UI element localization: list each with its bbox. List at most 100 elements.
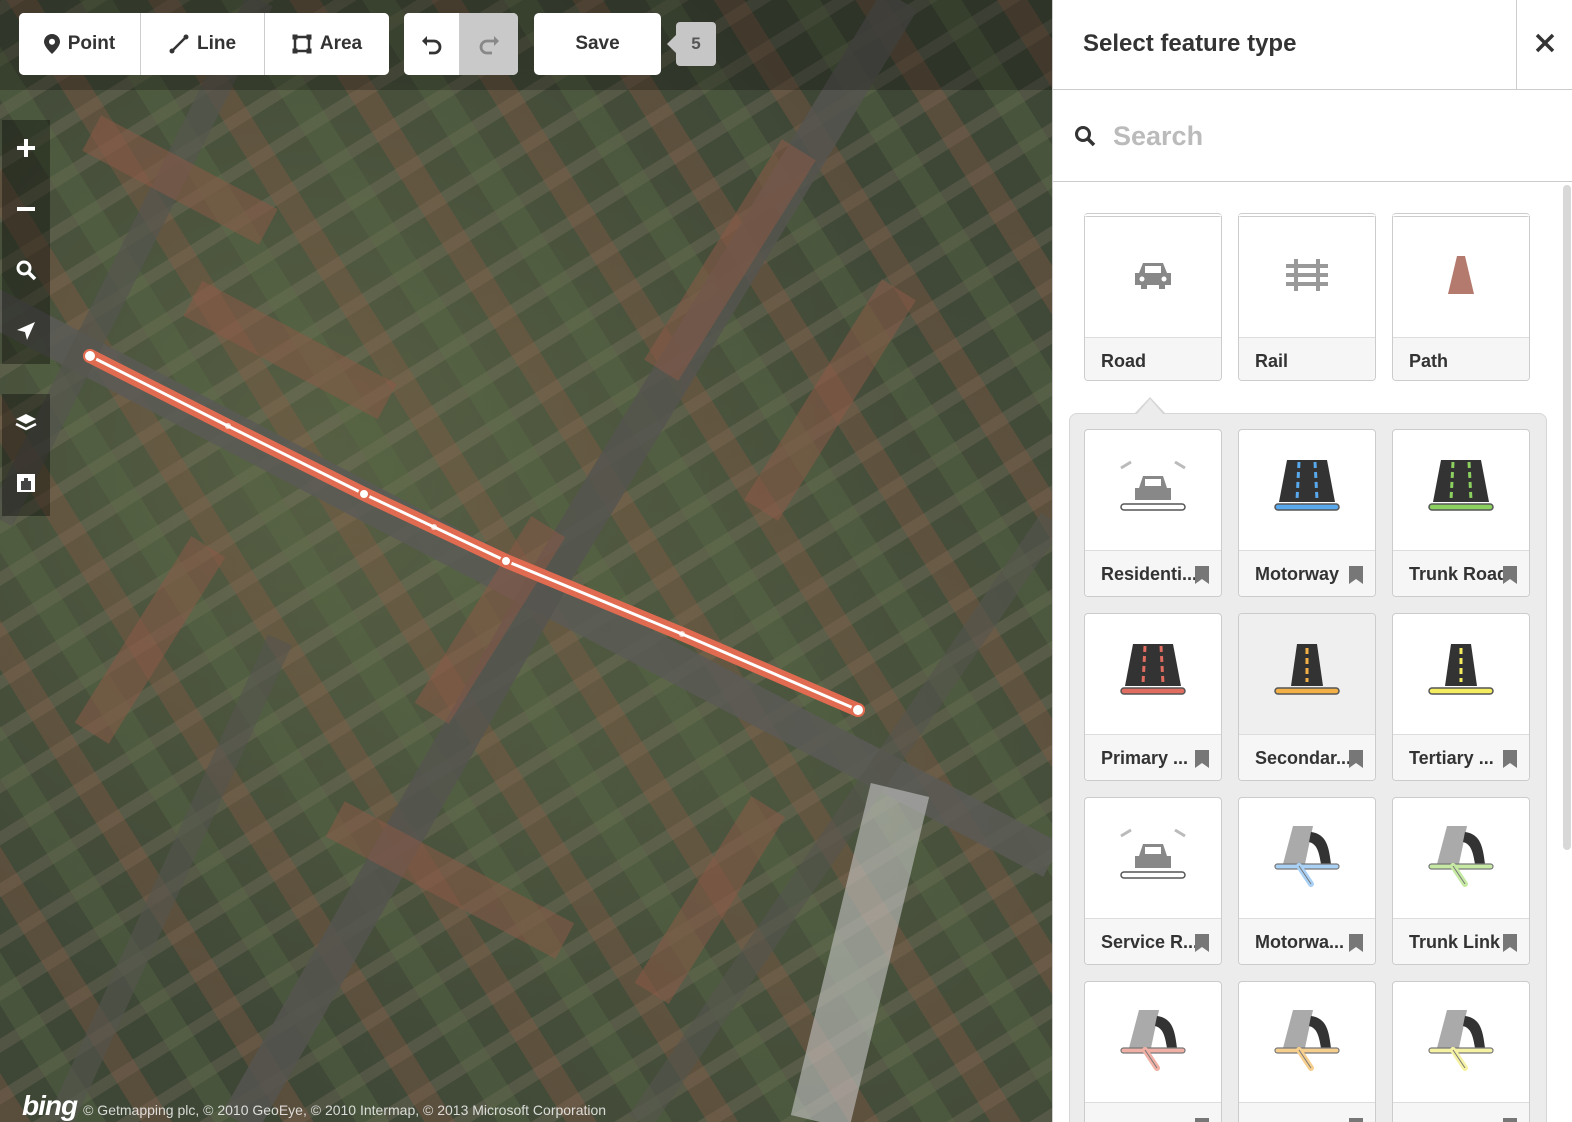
- line-vertex: [83, 349, 97, 363]
- add-area-label: Area: [319, 33, 363, 54]
- path-icon: [1446, 255, 1476, 299]
- preset-label: Residenti...: [1101, 564, 1198, 584]
- line-midpoint: [679, 631, 685, 637]
- redo-button[interactable]: [460, 13, 518, 75]
- zoom-out-button[interactable]: [2, 181, 50, 242]
- preset-label: Service R...: [1101, 932, 1199, 952]
- preset-label: Primary ...: [1101, 748, 1189, 768]
- map-data-icon: [15, 472, 37, 499]
- add-point-button[interactable]: Point: [19, 13, 141, 75]
- zoom-in-button[interactable]: [2, 120, 50, 181]
- service-road-icon: [1117, 826, 1189, 891]
- bookmark-icon[interactable]: [1499, 563, 1521, 587]
- motorway-link-icon: [1271, 824, 1343, 893]
- preset-label: Trunk Road: [1409, 564, 1509, 584]
- search-input[interactable]: [1113, 110, 1493, 162]
- bookmark-icon[interactable]: [1191, 563, 1213, 587]
- preset-residential-road[interactable]: Residenti...: [1084, 429, 1222, 597]
- preset-secondary-link[interactable]: [1238, 981, 1376, 1122]
- primary-link-icon: [1117, 1008, 1189, 1077]
- add-area-button[interactable]: Area: [265, 13, 389, 75]
- tertiary-link-icon: [1425, 1008, 1497, 1077]
- locate-button[interactable]: [2, 303, 50, 364]
- line-vertex: [851, 703, 865, 717]
- close-icon: [1534, 32, 1556, 59]
- line-vertex: [500, 555, 512, 567]
- motorway-icon: [1271, 458, 1343, 523]
- preset-tertiary-link[interactable]: [1392, 981, 1530, 1122]
- undo-button[interactable]: [404, 13, 460, 75]
- car-icon: [1131, 257, 1175, 298]
- residential-road-icon: [1117, 458, 1189, 523]
- map-canvas[interactable]: Point Line Area Save 5 bing © Getmapping…: [0, 0, 1052, 1122]
- undo-icon: [421, 33, 443, 55]
- trunk-link-icon: [1425, 824, 1497, 893]
- add-line-button[interactable]: Line: [141, 13, 265, 75]
- add-point-label: Point: [67, 33, 116, 54]
- bookmark-icon[interactable]: [1499, 1115, 1521, 1122]
- aerial-imagery: [0, 0, 1052, 1122]
- background-settings-button[interactable]: [2, 394, 50, 455]
- save-button-group: Save: [534, 13, 661, 75]
- bing-logo: bing: [22, 1090, 78, 1121]
- preset-primary-road[interactable]: Primary ...: [1084, 613, 1222, 781]
- preset-label: Road: [1101, 351, 1146, 371]
- locate-icon: [15, 320, 37, 347]
- bookmark-icon[interactable]: [1191, 747, 1213, 771]
- map-controls: [2, 120, 50, 516]
- map-data-button[interactable]: [2, 455, 50, 516]
- redo-icon: [478, 33, 500, 55]
- bookmark-icon[interactable]: [1345, 563, 1367, 587]
- secondary-road-icon: [1271, 642, 1343, 707]
- area-icon: [292, 34, 312, 54]
- preset-tertiary-road[interactable]: Tertiary ...: [1392, 613, 1530, 781]
- line-vertex: [358, 488, 370, 500]
- category-path[interactable]: Path: [1392, 213, 1530, 381]
- line-midpoint: [431, 524, 437, 530]
- search-icon: [15, 259, 37, 286]
- preset-label: Trunk Link: [1409, 932, 1501, 952]
- trunk-road-icon: [1425, 458, 1497, 523]
- sidebar-header: Select feature type: [1053, 0, 1572, 90]
- bookmark-icon[interactable]: [1191, 931, 1213, 955]
- preset-secondary-road[interactable]: Secondar...: [1238, 613, 1376, 781]
- bookmark-icon[interactable]: [1345, 931, 1367, 955]
- preset-label: Tertiary ...: [1409, 748, 1494, 768]
- rail-icon: [1284, 257, 1330, 298]
- imagery-attribution: bing © Getmapping plc, © 2010 GeoEye, © …: [22, 1090, 606, 1122]
- secondary-link-icon: [1271, 1008, 1343, 1077]
- bookmark-icon[interactable]: [1345, 747, 1367, 771]
- mode-buttons: Point Line Area: [19, 13, 389, 75]
- map-pin-icon: [43, 34, 60, 54]
- bookmark-icon[interactable]: [1499, 931, 1521, 955]
- category-road[interactable]: Road: [1084, 213, 1222, 381]
- preset-label: Motorway: [1255, 564, 1340, 584]
- zoom-in-icon: [15, 137, 37, 164]
- close-button[interactable]: [1516, 0, 1572, 90]
- sidebar-title: Select feature type: [1083, 30, 1297, 57]
- attribution-text[interactable]: © Getmapping plc, © 2010 GeoEye, © 2010 …: [83, 1102, 606, 1118]
- line-midpoint: [225, 423, 231, 429]
- zoom-to-selection-button[interactable]: [2, 242, 50, 303]
- save-button[interactable]: Save: [534, 13, 661, 75]
- feature-type-sidebar: Select feature type Road: [1052, 0, 1572, 1122]
- preset-label: Motorwa...: [1255, 932, 1344, 952]
- preset-primary-link[interactable]: [1084, 981, 1222, 1122]
- bookmark-icon[interactable]: [1191, 1115, 1213, 1122]
- bookmark-icon[interactable]: [1499, 747, 1521, 771]
- line-icon: [169, 34, 189, 54]
- preset-label: Rail: [1255, 351, 1289, 371]
- category-rail[interactable]: Rail: [1238, 213, 1376, 381]
- preset-motorway-link[interactable]: Motorwa...: [1238, 797, 1376, 965]
- preset-search: [1053, 90, 1572, 182]
- bookmark-icon[interactable]: [1345, 1115, 1367, 1122]
- search-icon: [1073, 124, 1097, 153]
- preset-service-road[interactable]: Service R...: [1084, 797, 1222, 965]
- edit-count-badge: 5: [667, 22, 716, 66]
- preset-motorway[interactable]: Motorway: [1238, 429, 1376, 597]
- preset-trunk-link[interactable]: Trunk Link: [1392, 797, 1530, 965]
- preset-trunk-road[interactable]: Trunk Road: [1392, 429, 1530, 597]
- tertiary-road-icon: [1425, 642, 1497, 707]
- layers-icon: [14, 411, 38, 438]
- sidebar-scrollbar[interactable]: [1563, 185, 1571, 850]
